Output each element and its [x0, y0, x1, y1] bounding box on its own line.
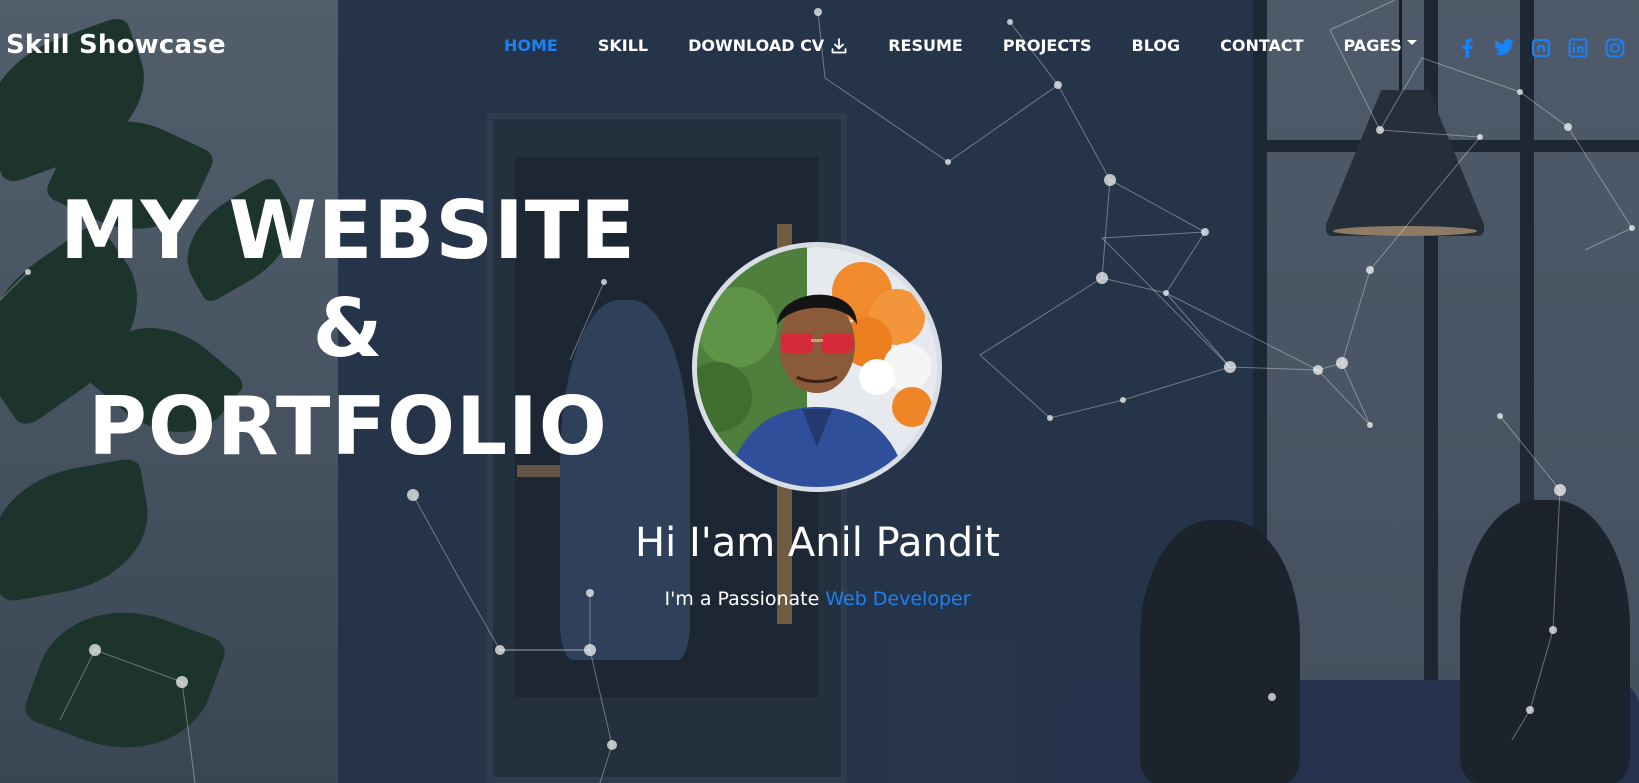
nav-blog[interactable]: BLOG	[1132, 36, 1181, 55]
hero-title: MY WEBSITE & PORTFOLIO	[18, 182, 678, 476]
nav-contact-label: CONTACT	[1220, 36, 1304, 55]
nav-contact[interactable]: CONTACT	[1220, 36, 1303, 55]
nav-projects-label: PROJECTS	[1002, 36, 1092, 55]
download-icon	[831, 37, 847, 53]
nav-blog-label: BLOG	[1131, 36, 1181, 55]
github-icon[interactable]	[1530, 37, 1552, 59]
main-nav: HOME SKILL DOWNLOAD CV RESUME PROJECTS B…	[504, 36, 1457, 55]
nav-home[interactable]: HOME	[504, 36, 558, 55]
nav-skill[interactable]: SKILL	[598, 36, 648, 55]
facebook-icon[interactable]	[1456, 37, 1478, 59]
hero-title-line-2: &	[312, 282, 384, 375]
tagline-prefix: I'm a Passionate	[664, 588, 826, 610]
top-navbar: Skill Showcase HOME SKILL DOWNLOAD CV RE…	[0, 0, 1639, 96]
nav-download-cv[interactable]: DOWNLOAD CV	[688, 36, 848, 55]
hero-greeting: Hi I'am Anil Pandit	[635, 520, 1000, 566]
instagram-icon[interactable]	[1604, 37, 1626, 59]
profile-photo	[697, 247, 937, 487]
tagline-role: Web Developer	[825, 588, 971, 610]
nav-download-cv-label: DOWNLOAD CV	[688, 36, 825, 55]
nav-resume[interactable]: RESUME	[888, 36, 963, 55]
nav-home-label: HOME	[504, 36, 558, 55]
profile-avatar-frame	[692, 242, 942, 492]
nav-pages-label: PAGES	[1343, 36, 1402, 55]
hero-tagline: I'm a Passionate Web Developer	[560, 588, 1075, 610]
linkedin-icon[interactable]	[1567, 37, 1589, 59]
twitter-icon[interactable]	[1493, 37, 1515, 59]
nav-pages-dropdown[interactable]: PAGES	[1344, 36, 1417, 55]
nav-resume-label: RESUME	[888, 36, 963, 55]
social-links	[1456, 37, 1639, 59]
hero-title-line-3: PORTFOLIO	[88, 380, 608, 473]
hero-title-line-1: MY WEBSITE	[60, 184, 636, 277]
brand-logo[interactable]: Skill Showcase	[6, 30, 226, 60]
nav-skill-label: SKILL	[597, 36, 649, 55]
profile-avatar	[697, 247, 937, 487]
nav-projects[interactable]: PROJECTS	[1003, 36, 1092, 55]
caret-down-icon	[1406, 40, 1417, 45]
